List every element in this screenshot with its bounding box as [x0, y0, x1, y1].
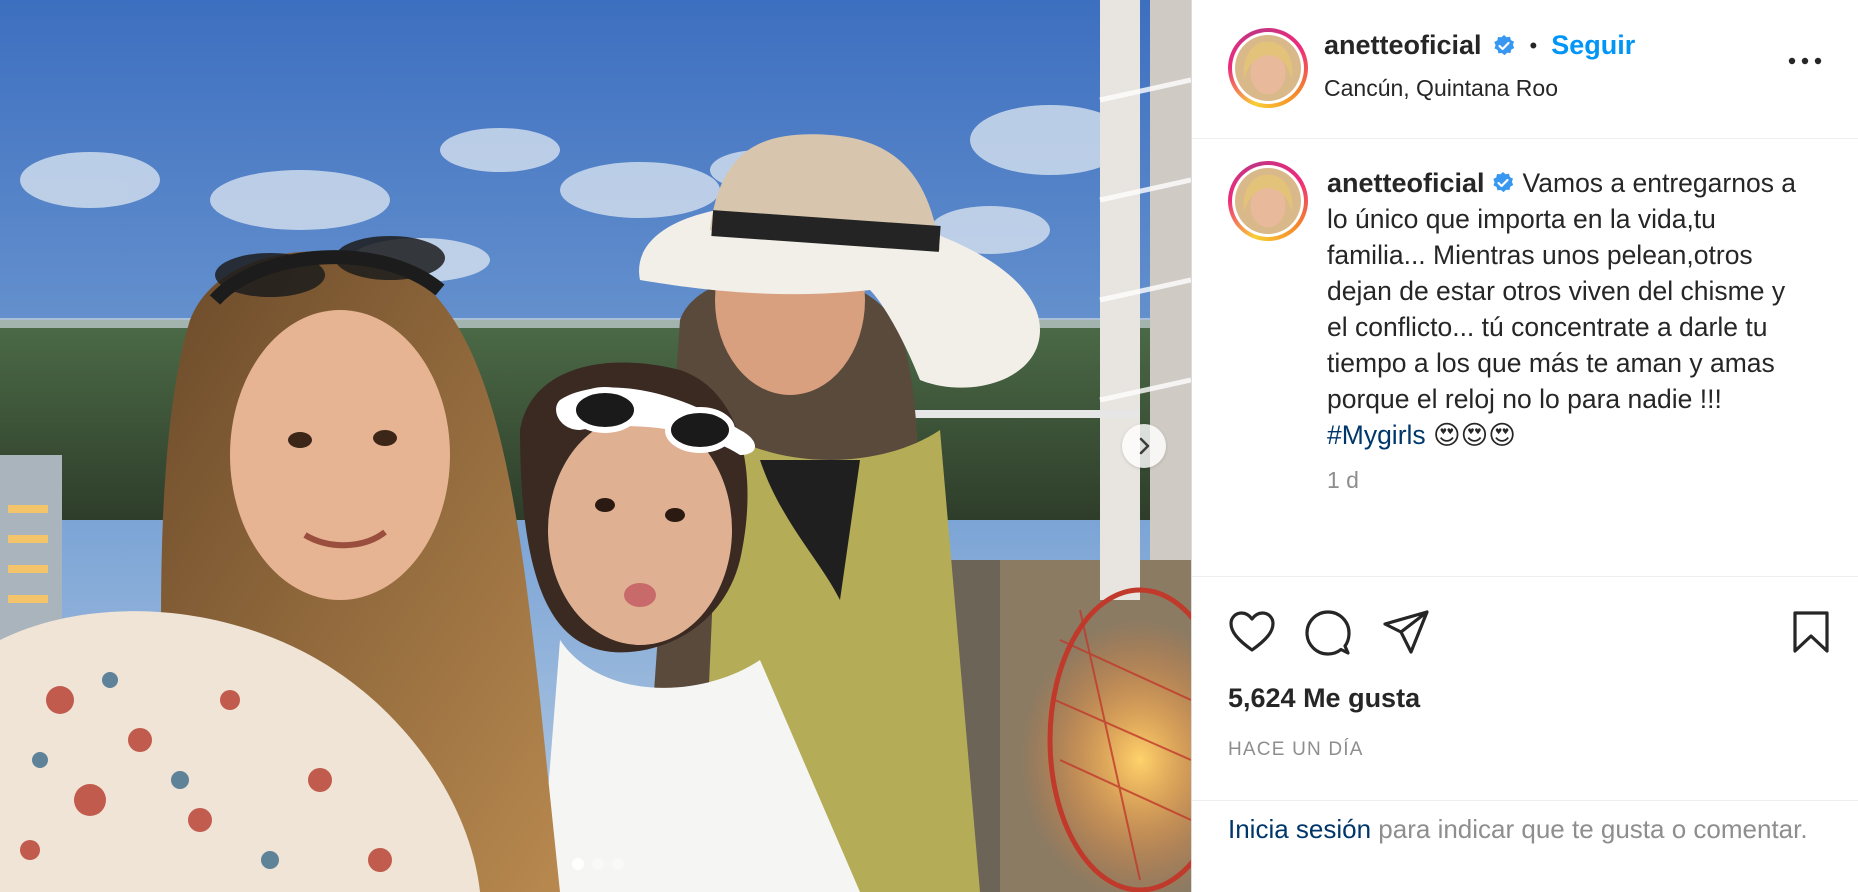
login-prompt: Inicia sesión para indicar que te gusta … — [1192, 800, 1858, 892]
username-link[interactable]: anetteoficial — [1324, 30, 1482, 61]
bookmark-icon[interactable] — [1792, 610, 1830, 654]
date-row: HACE UN DÍA — [1192, 739, 1858, 800]
avatar[interactable] — [1228, 28, 1308, 108]
post-caption: anetteoficial Vamos a entregarnos a lo ú… — [1327, 165, 1797, 453]
caption-emoji: 😍😍😍 — [1425, 420, 1516, 450]
caption-avatar[interactable] — [1228, 161, 1308, 241]
likes-count[interactable]: 5,624 Me gusta — [1228, 683, 1420, 714]
share-icon[interactable] — [1383, 610, 1429, 654]
heart-icon[interactable] — [1228, 610, 1276, 654]
carousel-dot-1 — [571, 858, 584, 870]
comment-icon[interactable] — [1305, 610, 1351, 656]
post-side-panel: anetteoficial • Seguir Cancún, Quintana … — [1191, 0, 1858, 892]
login-link[interactable]: Inicia sesión — [1228, 814, 1371, 844]
hashtag-link[interactable]: #Mygirls — [1327, 420, 1426, 450]
next-photo-button[interactable] — [1122, 424, 1166, 468]
caption-username-link[interactable]: anetteoficial — [1327, 168, 1485, 198]
avatar-image — [1235, 35, 1301, 101]
post-header: anetteoficial • Seguir Cancún, Quintana … — [1192, 0, 1858, 139]
post-photo — [0, 0, 1191, 892]
avatar-image — [1235, 168, 1301, 234]
post-time[interactable]: 1 d — [1327, 467, 1359, 494]
follow-button[interactable]: Seguir — [1551, 30, 1635, 61]
verified-badge-icon — [1493, 34, 1514, 55]
caption-section: anetteoficial Vamos a entregarnos a lo ú… — [1192, 139, 1858, 577]
instagram-post: anetteoficial • Seguir Cancún, Quintana … — [0, 0, 1858, 892]
carousel-dot-2 — [591, 858, 604, 870]
caption-text: Vamos a entregarnos a lo único que impor… — [1327, 168, 1797, 414]
action-bar — [1192, 577, 1858, 683]
post-photo-carousel[interactable] — [0, 0, 1191, 892]
login-prompt-text: para indicar que te gusta o comentar. — [1371, 814, 1808, 844]
post-date[interactable]: HACE UN DÍA — [1228, 739, 1364, 761]
chevron-right-icon — [1139, 437, 1150, 455]
likes-row: 5,624 Me gusta — [1192, 683, 1858, 739]
location-link[interactable]: Cancún, Quintana Roo — [1324, 75, 1558, 102]
verified-badge-icon — [1492, 172, 1513, 193]
carousel-dot-3 — [611, 858, 624, 870]
carousel-indicator — [4, 858, 1191, 870]
more-options-icon[interactable] — [1788, 56, 1822, 66]
separator-dot: • — [1529, 32, 1538, 58]
